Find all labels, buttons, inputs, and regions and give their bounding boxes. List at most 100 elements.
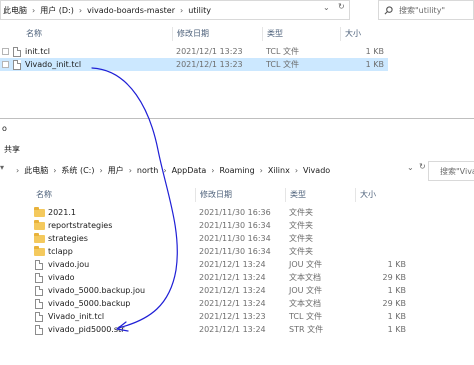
breadcrumb-item[interactable]: Vivado — [301, 166, 332, 175]
explorer-window-utility: ▾ 此电脑 › 用户 (D:) › vivado-boards-master ›… — [0, 0, 474, 118]
file-row[interactable]: vivado_5000.backup 2021/12/1 13:24 文本文档 … — [0, 297, 474, 310]
file-icon — [35, 299, 43, 309]
breadcrumb-separator-icon: › — [259, 165, 263, 175]
folder-icon — [34, 220, 45, 230]
column-header-size[interactable]: 大小 — [355, 188, 425, 202]
breadcrumb-item[interactable]: 此电脑 — [22, 165, 50, 176]
file-date: 2021/12/1 13:24 — [199, 299, 266, 308]
refresh-icon[interactable]: ↻ — [338, 2, 345, 11]
file-row-selected[interactable]: Vivado_init.tcl 2021/12/1 13:23 TCL 文件 1… — [0, 58, 388, 71]
column-header-row: 名称 修改日期 类型 大小 — [0, 188, 474, 202]
file-name: vivado.jou — [48, 260, 90, 269]
folder-row[interactable]: strategies 2021/11/30 16:34 文件夹 — [0, 232, 474, 245]
file-row[interactable]: vivado_5000.backup.jou 2021/12/1 13:24 J… — [0, 284, 474, 297]
column-header-name[interactable]: 名称 — [32, 188, 195, 202]
file-type: 文件夹 — [289, 208, 313, 217]
folder-row[interactable]: tclapp 2021/11/30 16:34 文件夹 — [0, 245, 474, 258]
file-size: 1 KB — [365, 47, 384, 56]
file-size: 1 KB — [365, 60, 384, 69]
file-row[interactable]: init.tcl 2021/12/1 13:23 TCL 文件 1 KB — [0, 45, 474, 58]
breadcrumb: 此电脑 › 用户 (D:) › vivado-boards-master › u… — [1, 1, 349, 19]
file-row[interactable]: Vivado_init.tcl 2021/12/1 13:23 TCL 文件 1… — [0, 310, 474, 323]
breadcrumb-separator-icon: › — [128, 165, 132, 175]
folder-icon — [34, 246, 45, 256]
ribbon-tab-share[interactable]: 共享 — [4, 144, 20, 155]
folder-icon — [34, 233, 45, 243]
search-box[interactable]: 搜索"Vivado — [428, 161, 474, 181]
row-checkbox[interactable] — [2, 61, 9, 68]
column-header-date[interactable]: 修改日期 — [195, 188, 285, 202]
file-name: strategies — [48, 234, 88, 243]
breadcrumb-item[interactable]: Xilinx — [266, 166, 292, 175]
refresh-icon[interactable]: ↻ — [419, 162, 426, 171]
breadcrumb-item[interactable]: 用户 — [106, 165, 126, 176]
column-header-size[interactable]: 大小 — [340, 27, 400, 41]
column-header-row: 名称 修改日期 类型 大小 — [0, 27, 474, 41]
address-bar[interactable]: 此电脑 › 用户 (D:) › vivado-boards-master › u… — [0, 0, 350, 20]
history-dropdown-icon[interactable]: ⌄ — [323, 3, 330, 12]
file-name: Vivado_init.tcl — [48, 312, 105, 321]
file-icon — [35, 260, 43, 270]
search-box[interactable]: 搜索"utility" — [378, 0, 474, 20]
search-input[interactable]: 搜索"utility" — [399, 5, 445, 16]
row-checkbox[interactable] — [2, 48, 9, 55]
breadcrumb-item[interactable]: 用户 (D:) — [38, 5, 76, 16]
file-type: 文本文档 — [289, 273, 321, 282]
file-size: 1 KB — [387, 312, 406, 321]
breadcrumb-separator-icon: › — [163, 165, 167, 175]
folder-row[interactable]: 2021.1 2021/11/30 16:36 文件夹 — [0, 206, 474, 219]
file-type: 文件夹 — [289, 234, 313, 243]
breadcrumb-item[interactable]: 系统 (C:) — [59, 165, 96, 176]
file-name: Vivado_init.tcl — [25, 60, 82, 69]
breadcrumb-item[interactable]: Roaming — [218, 166, 257, 175]
window-title: o — [2, 124, 7, 133]
breadcrumb-item[interactable]: vivado-boards-master — [85, 6, 177, 15]
file-date: 2021/12/1 13:23 — [199, 312, 266, 321]
file-date: 2021/12/1 13:24 — [199, 273, 266, 282]
dropdown-arrow-icon[interactable]: ▾ — [0, 163, 4, 172]
file-row[interactable]: vivado.jou 2021/12/1 13:24 JOU 文件 1 KB — [0, 258, 474, 271]
search-input[interactable]: 搜索"Vivado — [440, 166, 474, 177]
file-size: 1 KB — [387, 286, 406, 295]
file-icon — [13, 47, 21, 57]
breadcrumb-separator-icon: › — [78, 5, 83, 15]
explorer-window-vivado: o 共享 ▾ › 此电脑 › 系统 (C:) › 用户 › north › Ap… — [0, 118, 474, 365]
breadcrumb-item[interactable]: 此电脑 — [1, 5, 29, 16]
column-header-date[interactable]: 修改日期 — [172, 27, 262, 41]
folder-row[interactable]: reportstrategies 2021/11/30 16:34 文件夹 — [0, 219, 474, 232]
search-icon — [384, 5, 393, 14]
breadcrumb: › 此电脑 › 系统 (C:) › 用户 › north › AppData ›… — [13, 161, 450, 179]
file-type: TCL 文件 — [289, 312, 323, 321]
file-type: TCL 文件 — [266, 60, 300, 69]
file-icon — [13, 60, 21, 70]
file-type: JOU 文件 — [289, 260, 323, 269]
file-type: 文件夹 — [289, 221, 313, 230]
column-header-type[interactable]: 类型 — [285, 188, 355, 202]
file-name: reportstrategies — [48, 221, 113, 230]
address-bar[interactable]: ▾ › 此电脑 › 系统 (C:) › 用户 › north › AppData… — [0, 161, 450, 181]
file-date: 2021/11/30 16:34 — [199, 247, 271, 256]
breadcrumb-separator-icon: › — [32, 5, 36, 15]
breadcrumb-item[interactable]: utility — [186, 6, 213, 15]
file-icon — [35, 312, 43, 322]
file-size: 1 KB — [387, 260, 406, 269]
breadcrumb-separator-icon: › — [211, 165, 215, 175]
file-name: vivado_5000.backup.jou — [48, 286, 146, 295]
breadcrumb-item[interactable]: AppData — [170, 166, 209, 175]
history-dropdown-icon[interactable]: ⌄ — [407, 163, 414, 172]
file-row[interactable]: vivado_pid5000.str 2021/12/1 13:24 STR 文… — [0, 323, 474, 336]
file-row[interactable]: vivado 2021/12/1 13:24 文本文档 29 KB — [0, 271, 474, 284]
breadcrumb-item[interactable]: north — [135, 166, 160, 175]
breadcrumb-separator-icon: › — [180, 5, 184, 15]
column-header-type[interactable]: 类型 — [262, 27, 340, 41]
file-name: vivado — [48, 273, 75, 282]
column-header-name[interactable]: 名称 — [22, 27, 172, 41]
file-size: 1 KB — [387, 325, 406, 334]
file-date: 2021/12/1 13:23 — [176, 60, 243, 69]
breadcrumb-separator-icon: › — [16, 165, 20, 175]
file-date: 2021/12/1 13:24 — [199, 286, 266, 295]
file-date: 2021/11/30 16:36 — [199, 208, 271, 217]
file-icon — [35, 273, 43, 283]
file-date: 2021/11/30 16:34 — [199, 234, 271, 243]
file-type: JOU 文件 — [289, 286, 323, 295]
